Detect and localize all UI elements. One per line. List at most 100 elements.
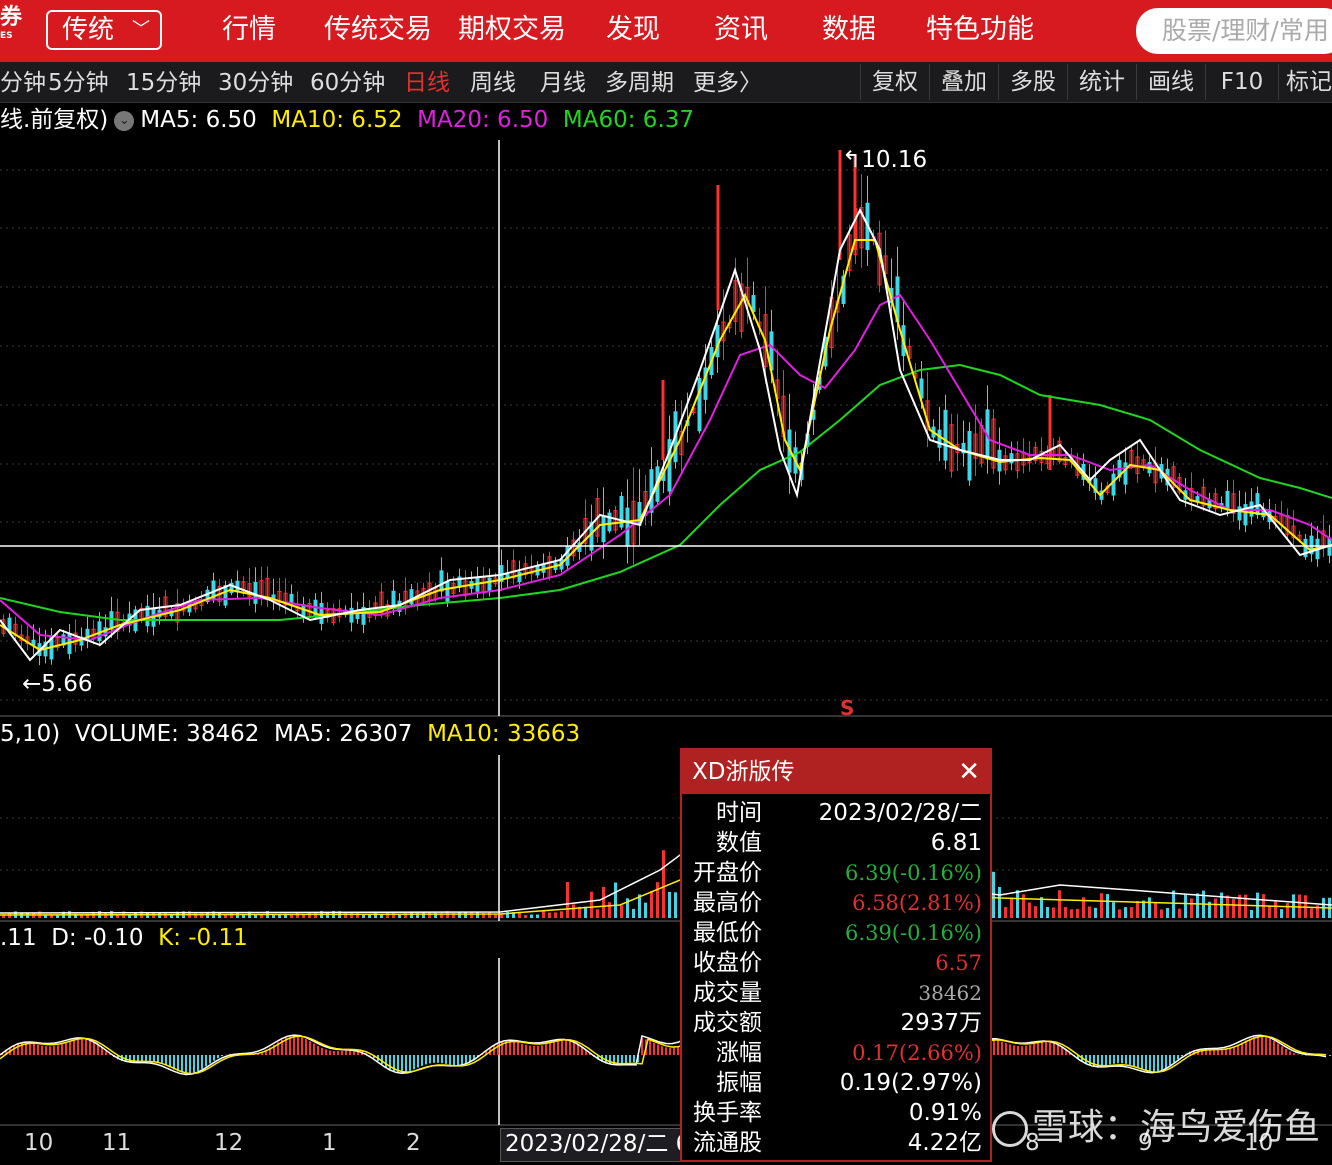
tf-15min[interactable]: 15分钟 <box>126 67 201 99</box>
volume-bar <box>1022 894 1025 918</box>
tf-5min[interactable]: 5分钟 <box>48 67 109 99</box>
volume-bar <box>1154 903 1157 918</box>
volume-bar <box>1136 901 1139 918</box>
brand-logo: 券 ES <box>0 5 23 42</box>
volume-bar <box>536 914 539 918</box>
volume-bar <box>1310 908 1313 918</box>
legend-ma5: MA5: 6.50 <box>140 107 257 133</box>
volume-bar <box>1184 894 1187 918</box>
kline-chart[interactable] <box>0 102 1332 1128</box>
btn-draw[interactable]: 画线 <box>1136 64 1205 100</box>
volume-bar <box>1052 907 1055 918</box>
tooltip-label: 换手率 <box>693 1100 762 1126</box>
x-cursor-date: 2023/02/28/二 6 <box>500 1128 696 1162</box>
tf-weekly[interactable]: 周线 <box>470 67 516 99</box>
volume-bar <box>1028 902 1031 918</box>
btn-f10[interactable]: F10 <box>1205 64 1278 100</box>
search-input[interactable]: 股票/理财/常用 <box>1136 8 1332 54</box>
tooltip-row: 成交额 2937万 <box>682 1008 990 1038</box>
settings-icon[interactable]: ⌄ <box>114 110 135 131</box>
tooltip-label: 涨幅 <box>716 1040 762 1066</box>
tf-more[interactable]: 更多〉 <box>693 67 762 99</box>
tooltip-label: 收盘价 <box>693 950 762 976</box>
tf-multi[interactable]: 多周期 <box>605 67 674 99</box>
x-tick-label: 1 <box>322 1130 337 1156</box>
tooltip-value: 6.39(-0.16%) <box>845 921 982 945</box>
volume-bar <box>1196 893 1199 918</box>
high-price-label: ↰10.16 <box>842 147 928 173</box>
kdj-legend-a: .11 <box>0 925 37 951</box>
tooltip-row: 时间 2023/02/28/二 <box>682 798 990 828</box>
nav-news[interactable]: 资讯 <box>714 10 768 50</box>
vol-legend-volume: VOLUME: 38462 <box>74 721 260 747</box>
candle-body <box>109 611 114 630</box>
candle-body <box>1225 490 1230 511</box>
volume-bar <box>1190 898 1193 918</box>
volume-bar <box>632 908 635 918</box>
watermark: 雪球：海鸟爱伤鱼 <box>992 1098 1320 1150</box>
volume-legend: 5,10) VOLUME: 38462 MA5: 26307 MA10: 336… <box>0 719 580 749</box>
x-tick-label: 11 <box>102 1130 132 1156</box>
tooltip-row: 涨幅 0.17(2.66%) <box>682 1038 990 1068</box>
volume-bar <box>1010 898 1013 918</box>
x-tick-label: 12 <box>214 1130 244 1156</box>
volume-bar <box>998 887 1001 918</box>
tf-daily[interactable]: 日线 <box>404 67 450 99</box>
xueqiu-logo-icon <box>992 1111 1028 1147</box>
volume-bar <box>236 912 239 918</box>
vol-legend-ma5: MA5: 26307 <box>273 721 413 747</box>
vol-legend-ma10: MA10: 33663 <box>427 721 581 747</box>
tooltip-row: 最高价 6.58(2.81%) <box>682 888 990 918</box>
volume-bar <box>464 911 467 918</box>
candle-body <box>601 515 606 543</box>
volume-bar <box>1286 903 1289 918</box>
volume-bar <box>620 905 623 918</box>
candle-body <box>607 512 612 532</box>
nav-features[interactable]: 特色功能 <box>926 10 1034 50</box>
tooltip-label: 最低价 <box>693 920 762 946</box>
mode-dropdown[interactable]: 传统 ﹀ <box>46 10 162 50</box>
tf-30min[interactable]: 30分钟 <box>218 67 293 99</box>
volume-bar <box>1034 906 1037 918</box>
nav-discover[interactable]: 发现 <box>606 10 660 50</box>
volume-bar <box>1250 909 1253 918</box>
volume-bar <box>1148 897 1151 918</box>
nav-trade[interactable]: 传统交易 <box>324 10 432 50</box>
volume-bar <box>326 912 329 918</box>
volume-bar <box>1094 907 1097 918</box>
tf-60min[interactable]: 60分钟 <box>310 67 385 99</box>
volume-bar <box>1142 900 1145 918</box>
top-nav-bar: 券 ES 传统 ﹀ 行情 传统交易 期权交易 发现 资讯 数据 特色功能 股票/理财… <box>0 0 1332 62</box>
tooltip-row: 开盘价 6.39(-0.16%) <box>682 858 990 888</box>
nav-market[interactable]: 行情 <box>222 10 276 50</box>
close-icon[interactable]: ✕ <box>958 750 980 794</box>
candle-body <box>349 607 354 623</box>
btn-multi-stock[interactable]: 多股 <box>998 64 1067 100</box>
candle-body <box>487 577 492 592</box>
volume-bar <box>560 911 563 918</box>
candle-body <box>937 429 942 448</box>
tooltip-row: 收盘价 6.57 <box>682 948 990 978</box>
tf-1min[interactable]: 分钟 <box>0 67 46 99</box>
nav-data[interactable]: 数据 <box>822 10 876 50</box>
nav-options[interactable]: 期权交易 <box>458 10 566 50</box>
candle-body <box>223 585 228 606</box>
volume-bar <box>656 882 659 918</box>
volume-bar <box>1016 890 1019 918</box>
dividend-marker[interactable]: S <box>840 693 854 723</box>
tooltip-value: 0.19(2.97%) <box>839 1070 982 1096</box>
volume-bar <box>1274 900 1277 918</box>
kdj-legend-d: D: -0.10 <box>51 925 144 951</box>
volume-ma5-line <box>0 854 1332 914</box>
chart-toolbar: 分钟 5分钟 15分钟 30分钟 60分钟 日线 周线 月线 多周期 更多〉 复… <box>0 62 1332 103</box>
btn-stats[interactable]: 统计 <box>1067 64 1136 100</box>
data-tooltip-window[interactable]: XD浙版传 ✕ 时间 2023/02/28/二 数值 6.81 开盘价 6.39(-0.16… <box>680 748 992 1162</box>
btn-adjust[interactable]: 复权 <box>860 64 929 100</box>
tf-monthly[interactable]: 月线 <box>540 67 586 99</box>
tooltip-row: 数值 6.81 <box>682 828 990 858</box>
volume-bar <box>1004 907 1007 918</box>
btn-overlay[interactable]: 叠加 <box>929 64 998 100</box>
btn-mark[interactable]: 标记 <box>1278 64 1332 100</box>
volume-bar <box>590 891 593 918</box>
volume-bar <box>650 890 653 918</box>
